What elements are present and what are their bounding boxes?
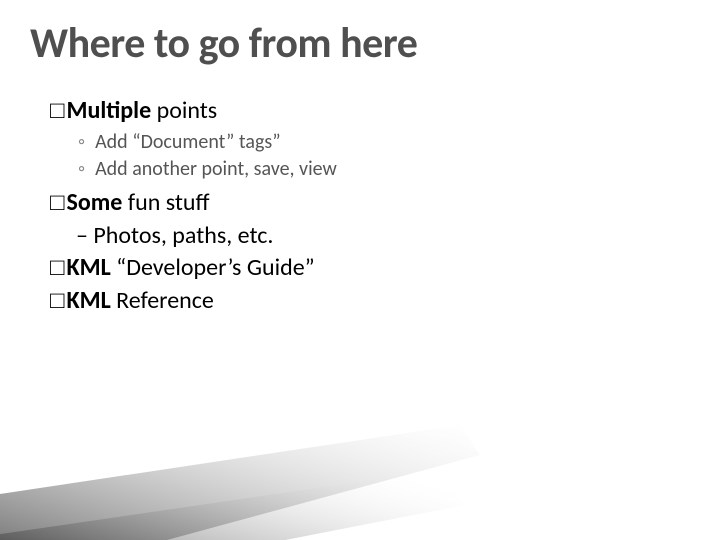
sub-bullet-text: Add “Document” tags”: [95, 129, 280, 156]
slide: Where to go from here □Multiple points ◦…: [0, 0, 720, 540]
sub-list: ◦ Add “Document” tags” ◦ Add another poi…: [50, 129, 650, 183]
bullet-some-fun-stuff: □Some fun stuff: [50, 187, 650, 219]
chevron-bullet-icon: ◦: [78, 129, 85, 156]
square-bullet-icon: □: [50, 187, 65, 219]
square-bullet-icon: □: [50, 95, 65, 127]
bullet-multiple-points: □Multiple points: [50, 95, 650, 127]
chevron-bullet-icon: ◦: [78, 156, 85, 183]
sub-bullet: ◦ Add another point, save, view: [78, 156, 650, 183]
square-bullet-icon: □: [50, 252, 65, 284]
slide-body: □Multiple points ◦ Add “Document” tags” …: [50, 95, 650, 317]
square-bullet-icon: □: [50, 285, 65, 317]
bullet-kml-dev-guide: □KML “Developer’s Guide”: [50, 252, 650, 284]
sub-bullet: ◦ Add “Document” tags”: [78, 129, 650, 156]
sub-bullet-text: Add another point, save, view: [95, 156, 337, 183]
decorative-wedge: [0, 410, 480, 540]
bullet-continuation: – Photos, paths, etc.: [50, 220, 650, 252]
bullet-kml-reference: □KML Reference: [50, 285, 650, 317]
slide-title: Where to go from here: [30, 18, 417, 69]
